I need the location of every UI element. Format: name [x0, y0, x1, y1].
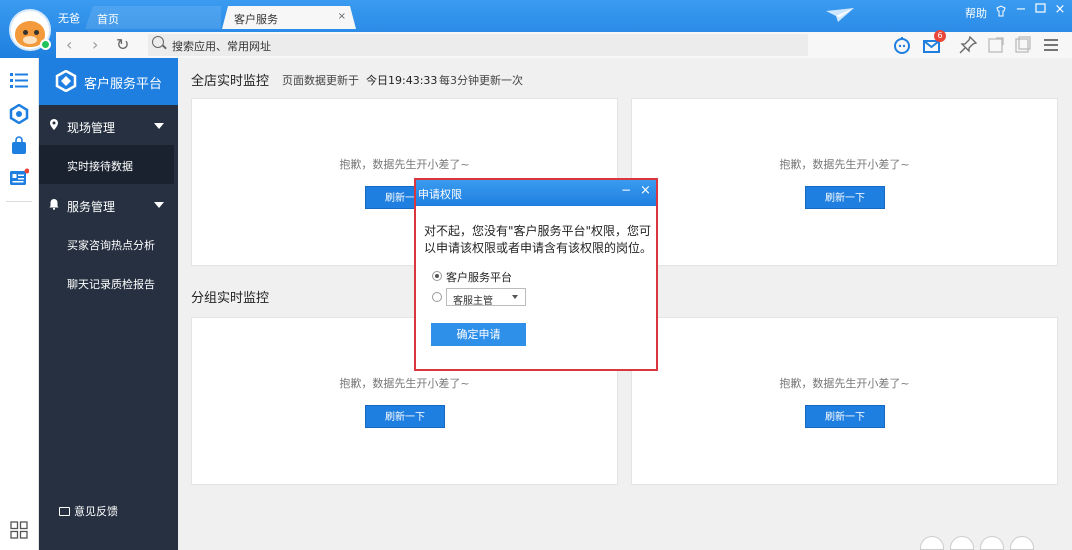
platform-logo-icon: [55, 70, 77, 92]
robot-icon[interactable]: [892, 35, 912, 55]
app-icon-strip: [0, 58, 39, 550]
card-empty-message: 抱歉，数据先生开小差了~: [339, 158, 470, 171]
radio-service-platform[interactable]: [432, 271, 442, 281]
close-window-button[interactable]: ×: [1052, 2, 1068, 17]
tab-customer-service[interactable]: 客户服务 ×: [222, 6, 356, 29]
avatar-snout: [23, 36, 37, 44]
menu-group-label: 服务管理: [67, 200, 116, 214]
card-empty-message: 抱歉，数据先生开小差了~: [779, 158, 910, 171]
paper-plane-icon[interactable]: [826, 8, 854, 22]
refresh-button[interactable]: 刷新一下: [805, 186, 885, 209]
minimize-window-button[interactable]: −: [1013, 2, 1029, 17]
sidebar: 客户服务平台 现场管理 实时接待数据 服务管理 买家咨询热点分析 聊天记录质检报…: [39, 58, 178, 550]
service-platform-icon[interactable]: [9, 104, 29, 124]
dialog-message: 对不起，您没有"客户服务平台"权限，您可以申请该权限或者申请含有该权限的岗位。: [424, 224, 653, 255]
card-empty-message: 抱歉，数据先生开小差了~: [339, 377, 470, 390]
radio-service-platform-label: 客户服务平台: [446, 271, 512, 284]
feedback-label: 意见反馈: [74, 505, 118, 518]
sidebar-item-buyer-hotspots[interactable]: 买家咨询热点分析: [39, 224, 178, 263]
tab-close-icon[interactable]: ×: [338, 11, 346, 22]
maximize-window-button[interactable]: [1032, 2, 1048, 17]
role-select-value: 客服主管: [453, 296, 493, 307]
menu-group-service-management[interactable]: 服务管理: [39, 184, 178, 224]
window-icon[interactable]: [1012, 35, 1032, 55]
dialog-close-button[interactable]: ×: [640, 183, 651, 198]
online-status-icon: [40, 39, 51, 50]
help-link[interactable]: 帮助: [965, 5, 987, 21]
tab-customer-service-label: 客户服务: [234, 13, 278, 26]
chevron-down-icon: [154, 123, 164, 129]
group-card-2: 抱歉，数据先生开小差了~ 刷新一下: [631, 317, 1058, 485]
dialog-minimize-button[interactable]: −: [621, 183, 631, 197]
popout-icon[interactable]: [986, 35, 1006, 55]
avatar-eye-left: [23, 30, 28, 35]
radio-role[interactable]: [432, 292, 442, 302]
update-interval: 每3分钟更新一次: [439, 74, 523, 87]
contact-card-icon[interactable]: [9, 168, 29, 188]
refresh-button[interactable]: 刷新一下: [365, 405, 445, 428]
list-icon[interactable]: [9, 70, 29, 90]
brand-header: 客户服务平台: [39, 58, 178, 105]
role-select[interactable]: 客服主管: [446, 288, 526, 307]
sidebar-item-chat-quality-report[interactable]: 聊天记录质检报告: [39, 263, 178, 302]
search-icon: [152, 36, 164, 48]
avatar-eye-right: [34, 30, 39, 35]
navigation-bar: ‹ › ↻ 搜索应用、常用网址 6: [56, 30, 1072, 58]
dialog-title: 申请权限: [418, 188, 462, 201]
maximize-icon: [1034, 3, 1046, 13]
brand-title: 客户服务平台: [84, 77, 163, 92]
user-name[interactable]: 无爸: [58, 10, 80, 26]
feedback-icon: [59, 507, 70, 516]
chevron-down-icon: [512, 295, 518, 299]
menu-icon[interactable]: [1041, 35, 1061, 55]
update-prefix: 页面数据更新于: [282, 74, 359, 87]
sidebar-item-label: 买家咨询热点分析: [67, 239, 155, 252]
refresh-button[interactable]: ↻: [116, 35, 129, 54]
sidebar-item-realtime-reception[interactable]: 实时接待数据: [39, 145, 174, 184]
permission-dialog: 申请权限 − × 对不起，您没有"客户服务平台"权限，您可以申请该权限或者申请含…: [414, 178, 658, 371]
card-empty-message: 抱歉，数据先生开小差了~: [779, 377, 910, 390]
location-pin-icon: [49, 119, 59, 134]
icon-strip-divider: [6, 201, 32, 202]
update-time: 今日19:43:33: [366, 74, 438, 87]
skin-icon[interactable]: [995, 5, 1007, 17]
back-button[interactable]: ‹: [66, 35, 72, 54]
forward-button[interactable]: ›: [92, 35, 98, 54]
sidebar-item-label: 实时接待数据: [67, 160, 133, 173]
pin-icon[interactable]: [958, 35, 978, 55]
bell-icon: [49, 198, 59, 213]
tab-home[interactable]: 首页: [85, 6, 221, 29]
feedback-link[interactable]: 意见反馈: [59, 503, 118, 519]
mail-badge: 6: [934, 30, 946, 42]
group-monitor-title: 分组实时监控: [191, 291, 270, 306]
store-monitor-title: 全店实时监控: [191, 74, 270, 89]
chevron-down-icon: [154, 202, 164, 208]
menu-group-label: 现场管理: [67, 121, 116, 135]
grid-apps-icon[interactable]: [9, 520, 29, 540]
dialog-title-bar[interactable]: 申请权限 − ×: [416, 180, 656, 206]
confirm-apply-button[interactable]: 确定申请: [431, 323, 526, 346]
tab-home-label: 首页: [97, 13, 119, 26]
shopping-bag-icon[interactable]: [9, 136, 29, 156]
search-placeholder: 搜索应用、常用网址: [172, 40, 271, 53]
sidebar-item-label: 聊天记录质检报告: [67, 278, 155, 291]
menu-group-site-management[interactable]: 现场管理: [39, 105, 178, 145]
refresh-button[interactable]: 刷新一下: [805, 405, 885, 428]
store-card-2: 抱歉，数据先生开小差了~ 刷新一下: [631, 98, 1058, 266]
